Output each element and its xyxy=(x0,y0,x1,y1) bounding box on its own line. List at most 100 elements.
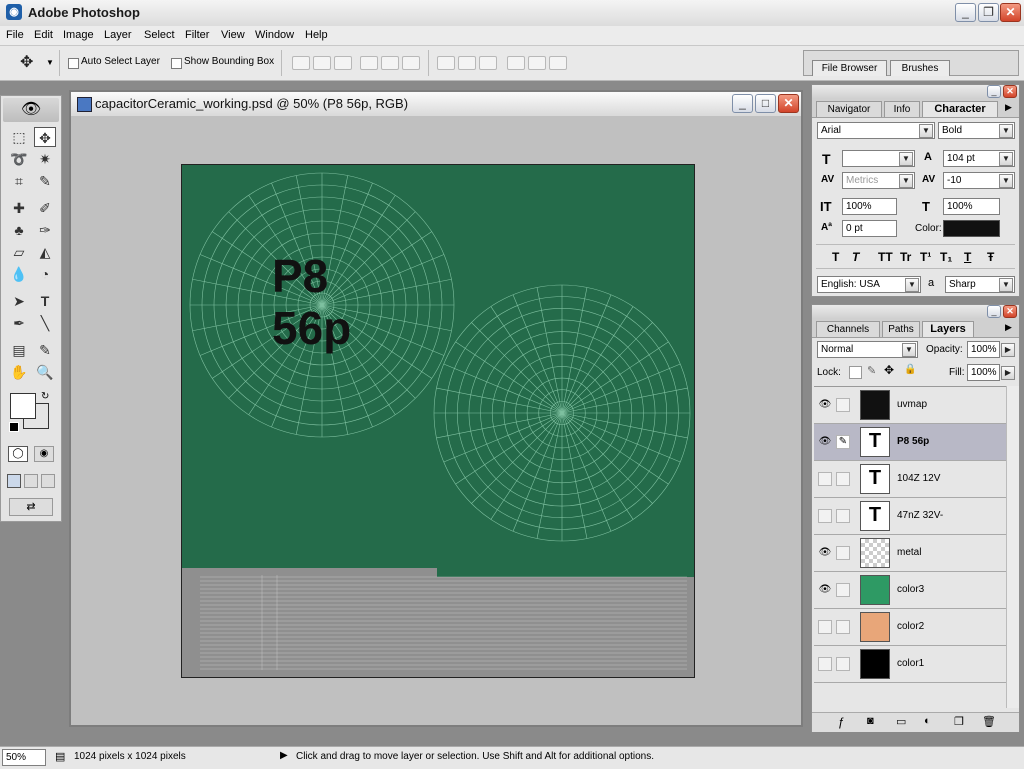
panel-minimize-button[interactable]: _ xyxy=(987,305,1001,318)
eraser-tool-icon[interactable]: ▱ xyxy=(8,242,30,262)
lasso-tool-icon[interactable]: ➰ xyxy=(8,149,30,169)
distribute-vcenter-icon[interactable] xyxy=(458,56,476,70)
minimize-button[interactable]: _ xyxy=(955,3,976,22)
layer-row-color3[interactable]: 👁 color3 xyxy=(814,572,1006,609)
panel-close-button[interactable]: ✕ xyxy=(1003,305,1017,318)
horizontal-scale-input[interactable]: 100% xyxy=(943,198,1000,215)
menu-filter[interactable]: Filter xyxy=(185,29,209,41)
clone-stamp-tool-icon[interactable]: ♣ xyxy=(8,220,30,240)
slice-tool-icon[interactable]: ✎ xyxy=(34,171,56,191)
type-tool-icon[interactable]: T xyxy=(34,291,56,311)
menu-edit[interactable]: Edit xyxy=(34,29,53,41)
swap-colors-icon[interactable]: ↻ xyxy=(41,391,49,402)
close-button[interactable]: ✕ xyxy=(1000,3,1021,22)
link-toggle[interactable] xyxy=(836,620,850,634)
history-brush-tool-icon[interactable]: ✑ xyxy=(34,220,56,240)
chevron-down-icon[interactable]: ▼ xyxy=(899,152,913,166)
hand-tool-icon[interactable]: ✋ xyxy=(8,362,30,382)
link-toggle[interactable] xyxy=(836,472,850,486)
crop-tool-icon[interactable]: ⌗ xyxy=(8,171,30,191)
path-selection-tool-icon[interactable]: ➤ xyxy=(8,291,30,311)
panel-close-button[interactable]: ✕ xyxy=(1003,85,1017,98)
menu-select[interactable]: Select xyxy=(144,29,175,41)
lock-position-icon[interactable]: ✥ xyxy=(884,363,894,377)
pen-tool-icon[interactable]: ✒ xyxy=(8,313,30,333)
visibility-toggle[interactable] xyxy=(818,509,832,523)
menu-help[interactable]: Help xyxy=(305,29,328,41)
doc-maximize-button[interactable]: □ xyxy=(755,94,776,113)
distribute-hcenter-icon[interactable] xyxy=(528,56,546,70)
standard-screen-mode-icon[interactable] xyxy=(7,474,21,488)
fullscreen-mode-icon[interactable] xyxy=(41,474,55,488)
chevron-right-icon[interactable]: ▶ xyxy=(1001,343,1015,357)
tab-character[interactable]: Character xyxy=(922,101,998,117)
new-layer-icon[interactable]: ❐ xyxy=(954,715,964,728)
menu-layer[interactable]: Layer xyxy=(104,29,132,41)
distribute-right-icon[interactable] xyxy=(549,56,567,70)
layer-row-color2[interactable]: color2 xyxy=(814,609,1006,646)
eyedropper-tool-icon[interactable]: ✎ xyxy=(34,340,56,360)
lock-all-icon[interactable]: 🔒 xyxy=(904,364,916,375)
marquee-tool-icon[interactable]: ⬚ xyxy=(8,127,30,147)
tab-file-browser[interactable]: File Browser xyxy=(812,60,887,76)
faux-italic-button[interactable]: T xyxy=(852,250,859,264)
blur-tool-icon[interactable]: 💧 xyxy=(8,264,30,284)
small-caps-button[interactable]: Tr xyxy=(900,250,911,264)
layer-row-metal[interactable]: 👁 metal xyxy=(814,535,1006,572)
preset-chevron-down-icon[interactable]: ▼ xyxy=(46,58,54,67)
adjustment-layer-icon[interactable]: ◐ xyxy=(924,715,931,727)
align-top-icon[interactable] xyxy=(292,56,310,70)
tab-layers[interactable]: Layers xyxy=(922,321,974,337)
baseline-shift-input[interactable]: 0 pt xyxy=(842,220,897,237)
show-bounding-box-checkbox[interactable] xyxy=(171,58,182,69)
line-tool-icon[interactable]: ╲ xyxy=(34,313,56,333)
notes-tool-icon[interactable]: ▤ xyxy=(8,340,30,360)
tab-info[interactable]: Info xyxy=(884,101,920,117)
layer-row-104z-12v[interactable]: T 104Z 12V xyxy=(814,461,1006,498)
link-toggle[interactable] xyxy=(836,657,850,671)
fullscreen-menu-mode-icon[interactable] xyxy=(24,474,38,488)
text-color-swatch[interactable] xyxy=(943,220,1000,237)
opacity-input[interactable]: 100% xyxy=(967,341,1000,358)
tab-brushes[interactable]: Brushes xyxy=(890,60,950,76)
visibility-eye-icon[interactable]: 👁 xyxy=(818,583,832,597)
chevron-down-icon[interactable]: ▼ xyxy=(919,124,933,138)
panel-menu-icon[interactable]: ▶ xyxy=(1005,102,1012,113)
canvas[interactable]: P8 56p xyxy=(181,164,695,678)
align-right-icon[interactable] xyxy=(402,56,420,70)
visibility-toggle[interactable] xyxy=(818,472,832,486)
dodge-tool-icon[interactable]: ◔ xyxy=(34,264,56,284)
distribute-top-icon[interactable] xyxy=(437,56,455,70)
vertical-scale-input[interactable]: 100% xyxy=(842,198,897,215)
layer-row-color1[interactable]: color1 xyxy=(814,646,1006,683)
chevron-down-icon[interactable]: ▼ xyxy=(902,343,916,357)
foreground-color-swatch[interactable] xyxy=(10,393,36,419)
panel-minimize-button[interactable]: _ xyxy=(987,85,1001,98)
lock-image-icon[interactable]: ✎ xyxy=(867,364,876,377)
zoom-input[interactable]: 50% xyxy=(2,749,46,766)
new-group-icon[interactable]: ▭ xyxy=(896,715,906,728)
move-tool-preset-icon[interactable]: ✥ xyxy=(20,52,33,72)
move-tool-icon[interactable]: ✥ xyxy=(34,127,56,147)
canvas-text-56p[interactable]: 56p xyxy=(272,303,351,353)
eye-logo-icon[interactable]: 👁 xyxy=(3,98,59,122)
menu-window[interactable]: Window xyxy=(255,29,294,41)
chevron-down-icon[interactable]: ▼ xyxy=(999,124,1013,138)
fill-input[interactable]: 100% xyxy=(967,364,1000,381)
brush-link-icon[interactable]: ✎ xyxy=(836,435,850,449)
zoom-tool-icon[interactable]: 🔍 xyxy=(34,362,56,382)
align-left-icon[interactable] xyxy=(360,56,378,70)
link-toggle[interactable] xyxy=(836,546,850,560)
faux-bold-button[interactable]: T xyxy=(832,250,839,264)
underline-button[interactable]: T xyxy=(964,250,971,264)
superscript-button[interactable]: T¹ xyxy=(920,250,931,264)
tab-navigator[interactable]: Navigator xyxy=(816,101,882,117)
visibility-toggle[interactable] xyxy=(818,657,832,671)
magic-wand-tool-icon[interactable]: ✷ xyxy=(34,149,56,169)
distribute-left-icon[interactable] xyxy=(507,56,525,70)
auto-select-layer-checkbox[interactable] xyxy=(68,58,79,69)
restore-button[interactable]: ❐ xyxy=(978,3,999,22)
brush-tool-icon[interactable]: ✐ xyxy=(34,198,56,218)
layer-list-scrollbar[interactable] xyxy=(1006,386,1019,708)
align-bottom-icon[interactable] xyxy=(334,56,352,70)
